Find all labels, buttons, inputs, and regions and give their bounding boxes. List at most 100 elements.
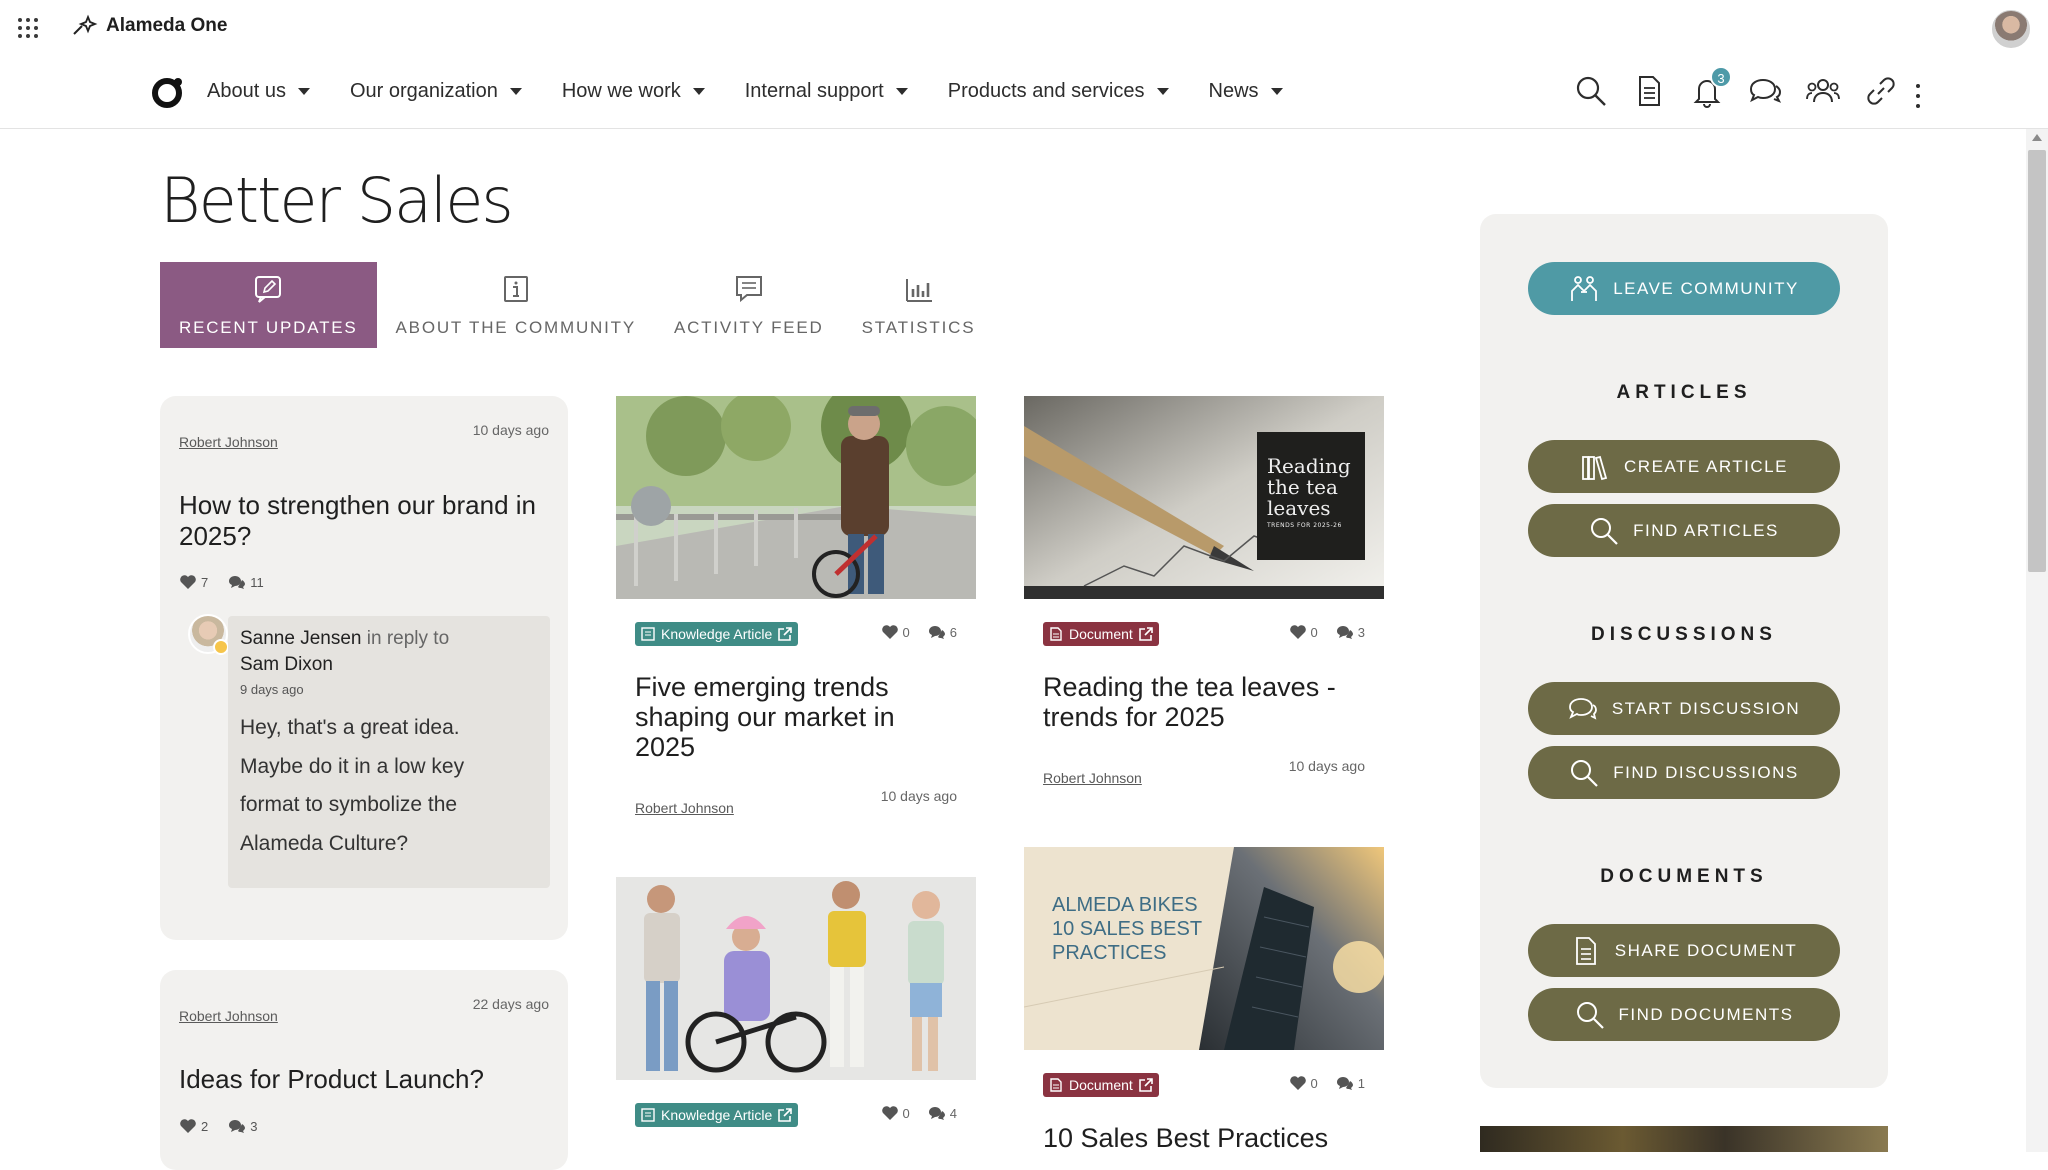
create-article-button[interactable]: CREATE ARTICLE bbox=[1528, 440, 1840, 493]
comments-icon bbox=[1336, 626, 1353, 639]
reply-line: Maybe do it in a low key bbox=[240, 754, 465, 778]
discussion-title[interactable]: How to strengthen our brand in 2025? bbox=[179, 490, 549, 552]
search-icon bbox=[1576, 1001, 1604, 1029]
comments[interactable]: 3 bbox=[1336, 624, 1365, 640]
document-icon[interactable] bbox=[1632, 74, 1666, 108]
article-thumbnail[interactable] bbox=[616, 396, 976, 599]
comments[interactable]: 6 bbox=[928, 624, 957, 640]
comments[interactable]: 3 bbox=[228, 1118, 257, 1134]
nav-about-us[interactable]: About us bbox=[207, 80, 310, 103]
nav-label: Internal support bbox=[744, 80, 884, 102]
tab-label: STATISTICS bbox=[861, 318, 976, 337]
article-thumbnail[interactable] bbox=[616, 877, 976, 1080]
author-link[interactable]: Robert Johnson bbox=[635, 800, 734, 816]
comments-icon bbox=[229, 576, 246, 589]
likes[interactable]: 0 bbox=[1289, 1075, 1318, 1091]
author-link[interactable]: Robert Johnson bbox=[179, 1008, 278, 1024]
likes[interactable]: 0 bbox=[1289, 624, 1318, 640]
cover-line: leaves bbox=[1267, 496, 1331, 520]
document-thumbnail[interactable]: ALMEDA BIKES 10 SALES BEST PRACTICES bbox=[1024, 847, 1384, 1050]
author-link[interactable]: Robert Johnson bbox=[1043, 770, 1142, 786]
leave-community-icon bbox=[1571, 275, 1598, 301]
comments[interactable]: 1 bbox=[1336, 1075, 1365, 1091]
button-label: FIND ARTICLES bbox=[1633, 520, 1779, 540]
knowledge-article-tag[interactable]: Knowledge Article bbox=[635, 622, 799, 646]
heart-icon bbox=[180, 1119, 196, 1133]
likes[interactable]: 7 bbox=[179, 574, 208, 590]
find-articles-button[interactable]: FIND ARTICLES bbox=[1528, 504, 1840, 557]
nav-products-and-services[interactable]: Products and services bbox=[948, 80, 1169, 103]
tab-recent-updates[interactable]: RECENT UPDATES bbox=[160, 262, 377, 348]
share-document-button[interactable]: SHARE DOCUMENT bbox=[1528, 924, 1840, 977]
content-card[interactable]: Reading the tea leaves TRENDS FOR 2025-2… bbox=[1024, 396, 1384, 796]
discussion-title[interactable]: Ideas for Product Launch? bbox=[179, 1064, 549, 1095]
likes[interactable]: 0 bbox=[881, 1105, 910, 1121]
scroll-up-arrow-icon[interactable] bbox=[2032, 134, 2042, 141]
card-stats: 0 4 bbox=[881, 1105, 957, 1121]
chat-icon[interactable] bbox=[1748, 74, 1782, 108]
notifications-bell-icon[interactable]: 3 bbox=[1690, 66, 1732, 108]
card-title[interactable]: 10 Sales Best Practices bbox=[1043, 1123, 1363, 1153]
app-launcher-icon[interactable] bbox=[18, 18, 38, 38]
search-icon[interactable] bbox=[1574, 74, 1608, 108]
tab-activity-feed[interactable]: ACTIVITY FEED bbox=[655, 262, 843, 348]
people-group-icon[interactable] bbox=[1806, 74, 1840, 108]
link-icon[interactable] bbox=[1864, 74, 1898, 108]
document-tag[interactable]: Document bbox=[1043, 1073, 1159, 1097]
likes[interactable]: 0 bbox=[881, 624, 910, 640]
comment-count: 3 bbox=[250, 1118, 258, 1134]
article-icon bbox=[641, 627, 655, 641]
like-count: 7 bbox=[201, 574, 209, 590]
scrollbar-thumb[interactable] bbox=[2028, 150, 2046, 572]
sparkle-logo-icon bbox=[73, 14, 98, 35]
leave-community-button[interactable]: LEAVE COMMUNITY bbox=[1528, 262, 1840, 315]
reply-text: Hey, that's a great idea. Maybe do it in… bbox=[240, 709, 538, 863]
comment-count: 6 bbox=[949, 624, 957, 640]
start-discussion-button[interactable]: START DISCUSSION bbox=[1528, 682, 1840, 735]
documents-heading: DOCUMENTS bbox=[1600, 866, 1768, 887]
reply-author[interactable]: Sanne Jensen bbox=[240, 628, 362, 649]
discussion-card[interactable]: Robert Johnson 22 days ago Ideas for Pro… bbox=[160, 970, 568, 1170]
sidebar-image-banner[interactable] bbox=[1480, 1126, 1888, 1152]
tab-statistics[interactable]: STATISTICS bbox=[843, 262, 995, 348]
author-link[interactable]: Robert Johnson bbox=[179, 434, 278, 450]
more-options-icon[interactable] bbox=[1916, 84, 1922, 108]
comments[interactable]: 4 bbox=[928, 1105, 957, 1121]
article-icon bbox=[641, 1108, 655, 1122]
likes[interactable]: 2 bbox=[179, 1118, 208, 1134]
content-card[interactable]: Knowledge Article 0 6 Five emerging tren… bbox=[616, 396, 976, 826]
document-tag[interactable]: Document bbox=[1043, 622, 1159, 646]
nav-news[interactable]: News bbox=[1209, 80, 1283, 103]
find-discussions-button[interactable]: FIND DISCUSSIONS bbox=[1528, 746, 1840, 799]
nav-internal-support[interactable]: Internal support bbox=[745, 80, 908, 103]
content-card[interactable]: ALMEDA BIKES 10 SALES BEST PRACTICES Doc… bbox=[1024, 847, 1384, 1153]
nav-our-organization[interactable]: Our organization bbox=[350, 80, 522, 103]
discussions-heading: DISCUSSIONS bbox=[1591, 624, 1777, 645]
comments[interactable]: 11 bbox=[228, 574, 264, 590]
latest-reply[interactable]: Sanne Jensen in reply to Sam Dixon 9 day… bbox=[228, 616, 550, 888]
content-card[interactable]: Knowledge Article 0 4 bbox=[616, 877, 976, 1152]
card-stats: 0 6 bbox=[881, 624, 957, 640]
document-thumbnail[interactable]: Reading the tea leaves TRENDS FOR 2025-2… bbox=[1024, 396, 1384, 599]
find-documents-button[interactable]: FIND DOCUMENTS bbox=[1528, 988, 1840, 1041]
card-title[interactable]: Reading the tea leaves - trends for 2025 bbox=[1043, 672, 1363, 732]
heart-icon bbox=[881, 1106, 898, 1120]
button-label: FIND DOCUMENTS bbox=[1618, 1004, 1794, 1024]
knowledge-article-tag[interactable]: Knowledge Article bbox=[635, 1103, 799, 1127]
brand[interactable]: Alameda One bbox=[72, 14, 227, 38]
comment-count: 11 bbox=[250, 574, 264, 590]
nav-label: News bbox=[1208, 80, 1259, 102]
discussion-card[interactable]: Robert Johnson 10 days ago How to streng… bbox=[160, 396, 568, 940]
timestamp: 10 days ago bbox=[1288, 758, 1365, 774]
caret-down-icon bbox=[895, 88, 908, 95]
card-title[interactable]: Five emerging trends shaping our market … bbox=[635, 672, 955, 762]
reply-target[interactable]: Sam Dixon bbox=[240, 654, 333, 675]
nav-how-we-work[interactable]: How we work bbox=[562, 80, 705, 103]
discussion-stats: 7 11 bbox=[179, 574, 264, 590]
user-avatar[interactable] bbox=[1992, 10, 2030, 48]
tab-about-the-community[interactable]: ABOUT THE COMMUNITY bbox=[377, 262, 655, 348]
reply-author-avatar[interactable] bbox=[188, 614, 229, 655]
caret-down-icon bbox=[692, 88, 705, 95]
home-logo-icon[interactable] bbox=[152, 78, 182, 108]
timestamp: 22 days ago bbox=[472, 996, 549, 1012]
